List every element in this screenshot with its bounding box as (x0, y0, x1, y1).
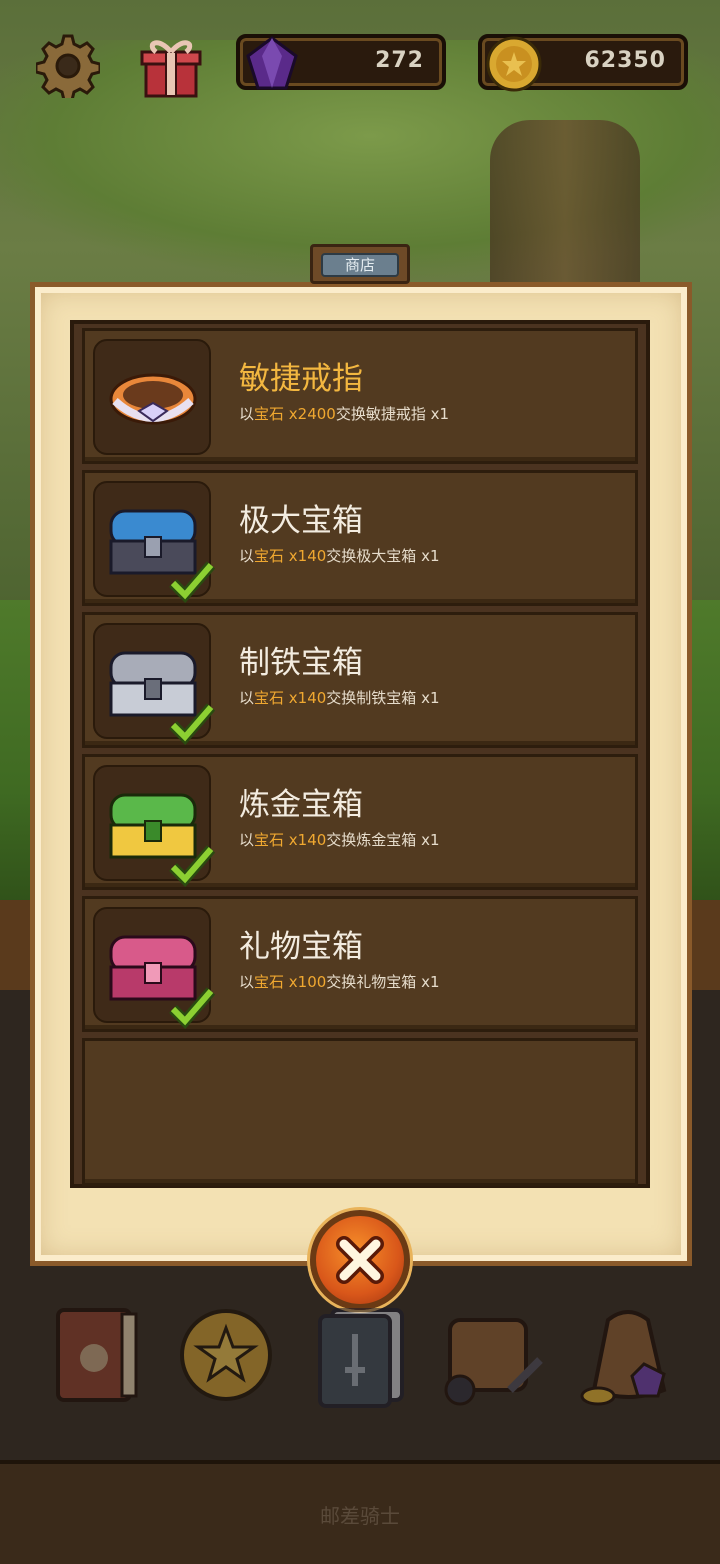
backpack-icon[interactable] (440, 1300, 543, 1410)
loot-bag-icon[interactable] (578, 1300, 678, 1410)
item-title: 制铁宝箱 (239, 645, 363, 681)
settings-gear-icon[interactable] (34, 34, 102, 102)
coin-icon[interactable] (176, 1300, 276, 1410)
owned-check-icon (169, 561, 215, 603)
shop-item-gift-chest[interactable]: 礼物宝箱 以宝石 x100交换礼物宝箱 x1 (82, 896, 638, 1032)
ring-icon (109, 373, 197, 425)
item-description: 以宝石 x140交换炼金宝箱 x1 (239, 831, 440, 849)
owned-check-icon (169, 703, 215, 745)
item-title: 炼金宝箱 (239, 787, 363, 823)
shop-item-large-chest[interactable]: 极大宝箱 以宝石 x140交换极大宝箱 x1 (82, 470, 638, 606)
footer-label: 邮差骑士 (320, 1504, 400, 1528)
owned-check-icon (169, 987, 215, 1029)
gems-counter: 272 (236, 34, 446, 90)
close-icon (336, 1236, 384, 1284)
item-description: 以宝石 x140交换极大宝箱 x1 (239, 547, 440, 565)
coin-icon (486, 36, 542, 92)
gift-box-icon[interactable] (138, 34, 204, 100)
card-deck-icon[interactable] (312, 1300, 412, 1410)
shop-item-list: 敏捷戒指 以宝石 x2400交换敏捷戒指 x1 极大宝箱 以宝石 x140交换极… (70, 320, 650, 1188)
shop-item-agility-ring[interactable]: 敏捷戒指 以宝石 x2400交换敏捷戒指 x1 (82, 328, 638, 464)
coins-count: 62350 (584, 48, 666, 73)
book-icon[interactable] (48, 1300, 148, 1410)
item-title: 敏捷戒指 (239, 361, 363, 397)
item-slot (93, 339, 211, 455)
item-description: 以宝石 x100交换礼物宝箱 x1 (239, 973, 440, 991)
shop-item-iron-chest[interactable]: 制铁宝箱 以宝石 x140交换制铁宝箱 x1 (82, 612, 638, 748)
close-button[interactable] (310, 1210, 410, 1310)
shop-tab-label: 商店 (321, 253, 399, 277)
item-description: 以宝石 x140交换制铁宝箱 x1 (239, 689, 440, 707)
shop-item-alchemy-chest[interactable]: 炼金宝箱 以宝石 x140交换炼金宝箱 x1 (82, 754, 638, 890)
gem-icon (246, 36, 298, 90)
coins-counter: 62350 (478, 34, 688, 92)
gems-count: 272 (375, 48, 424, 73)
item-title: 礼物宝箱 (239, 929, 363, 965)
item-title: 极大宝箱 (239, 503, 363, 539)
owned-check-icon (169, 845, 215, 887)
shop-tab: 商店 (310, 244, 410, 284)
empty-shop-slot (82, 1038, 638, 1186)
item-description: 以宝石 x2400交换敏捷戒指 x1 (239, 405, 450, 423)
